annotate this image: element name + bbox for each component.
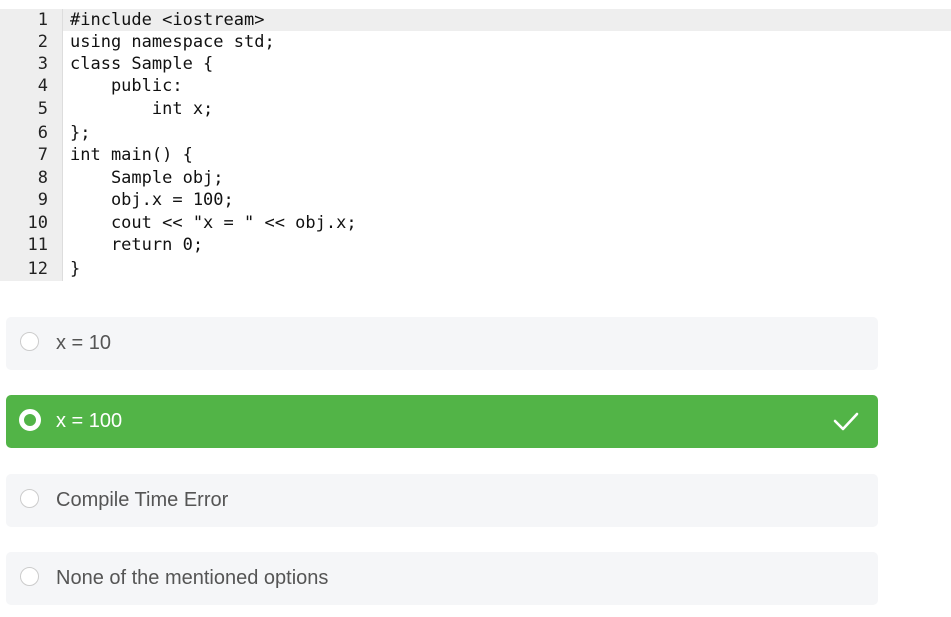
code-text: int x; — [70, 99, 214, 119]
code-line: 5 int x; — [0, 98, 951, 120]
line-number: 8 — [37, 168, 48, 188]
code-text: #include <iostream> — [70, 10, 265, 30]
line-number: 11 — [27, 235, 48, 255]
line-number: 5 — [37, 99, 48, 119]
gutter-divider — [62, 9, 63, 281]
option-label: None of the mentioned options — [56, 567, 329, 589]
radio-unselected-icon[interactable] — [20, 489, 39, 508]
line-number: 1 — [37, 10, 48, 30]
radio-unselected-icon[interactable] — [20, 567, 39, 586]
code-line: 9 obj.x = 100; — [0, 189, 951, 211]
option-none-of-the-mentioned[interactable]: None of the mentioned options — [6, 552, 878, 605]
code-text: cout << "x = " << obj.x; — [70, 213, 357, 233]
code-line: 1 #include <iostream> — [0, 9, 951, 31]
code-text: int main() { — [70, 145, 193, 165]
line-number: 9 — [37, 190, 48, 210]
code-text: Sample obj; — [70, 168, 224, 188]
code-line: 12 } — [0, 258, 951, 280]
code-text: } — [70, 259, 81, 279]
code-line: 8 Sample obj; — [0, 167, 951, 189]
code-line: 3 class Sample { — [0, 53, 951, 75]
radio-selected-icon[interactable] — [19, 409, 41, 431]
code-line: 4 public: — [0, 75, 951, 97]
line-number: 12 — [27, 259, 48, 279]
radio-unselected-icon[interactable] — [20, 332, 39, 351]
code-editor: 1 #include <iostream> 2 using namespace … — [0, 9, 951, 281]
line-number: 2 — [37, 32, 48, 52]
code-line: 2 using namespace std; — [0, 31, 951, 53]
option-label: Compile Time Error — [56, 489, 229, 511]
line-number: 3 — [37, 54, 48, 74]
option-compile-time-error[interactable]: Compile Time Error — [6, 474, 878, 527]
code-text: }; — [70, 123, 91, 143]
code-text: class Sample { — [70, 54, 214, 74]
option-label: x = 100 — [56, 410, 123, 432]
code-text: return 0; — [70, 235, 204, 255]
code-text: using namespace std; — [70, 32, 275, 52]
code-line: 7 int main() { — [0, 144, 951, 166]
option-label: x = 10 — [56, 332, 112, 354]
code-text: obj.x = 100; — [70, 190, 234, 210]
code-line: 11 return 0; — [0, 234, 951, 256]
code-line: 10 cout << "x = " << obj.x; — [0, 212, 951, 234]
option-x-equals-100[interactable]: x = 100 — [6, 395, 878, 448]
line-number: 4 — [37, 76, 48, 96]
line-number: 7 — [37, 145, 48, 165]
line-number: 6 — [37, 123, 48, 143]
check-icon — [833, 412, 859, 431]
line-number: 10 — [27, 213, 48, 233]
code-text: public: — [70, 76, 183, 96]
option-x-equals-10[interactable]: x = 10 — [6, 317, 878, 370]
code-line: 6 }; — [0, 122, 951, 144]
